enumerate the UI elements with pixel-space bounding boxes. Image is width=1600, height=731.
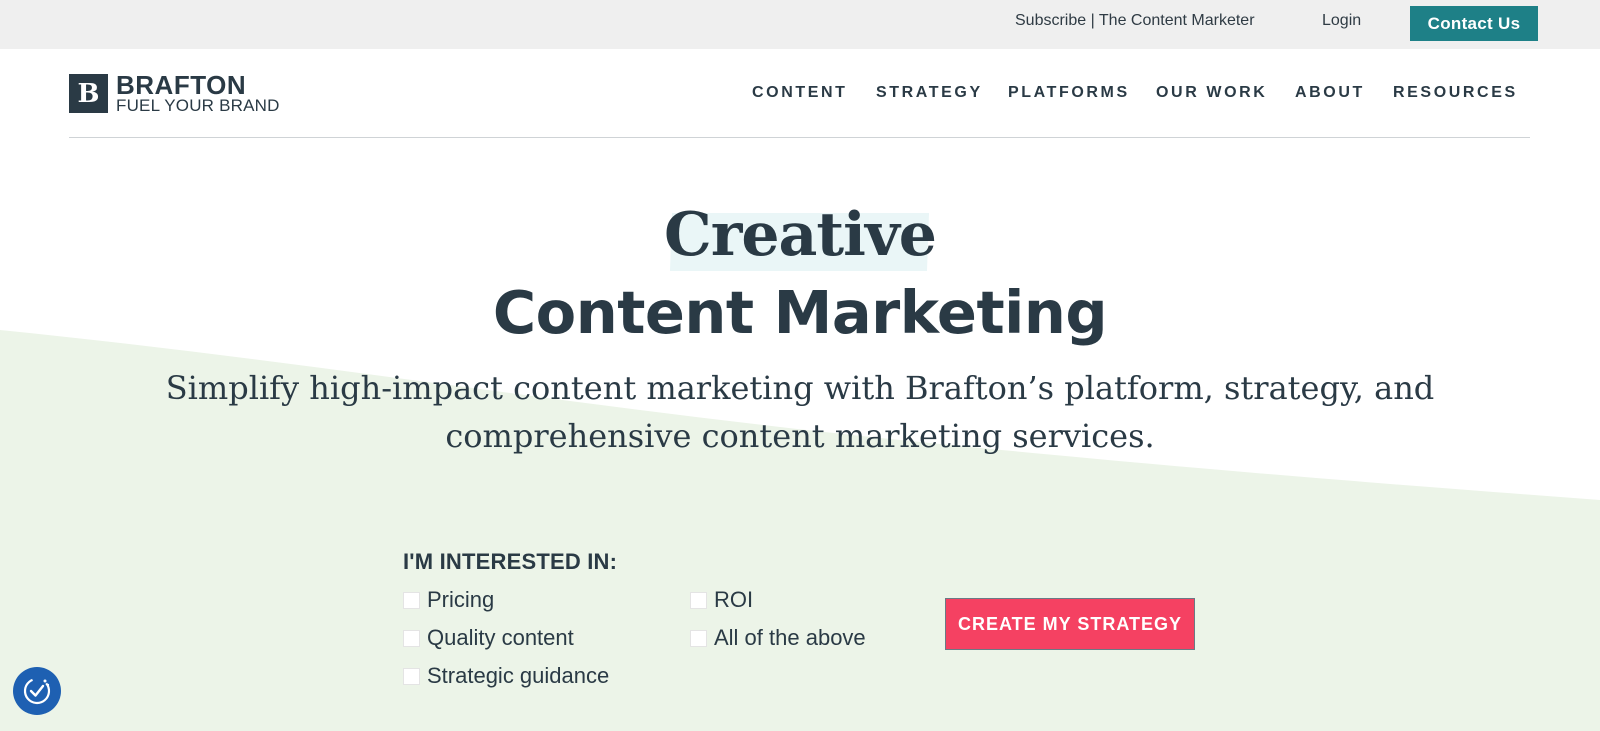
roi-checkbox[interactable]: [690, 591, 707, 609]
option-pricing[interactable]: Pricing: [403, 587, 495, 612]
hero-script-title: Creative: [664, 200, 937, 270]
cookie-settings-icon: [23, 677, 51, 705]
option-all[interactable]: All of the above: [690, 625, 866, 650]
nav-item-about[interactable]: ABOUT: [1295, 84, 1365, 102]
option-quality-content[interactable]: Quality content: [403, 625, 574, 650]
hero-subtitle: Simplify high-impact content marketing w…: [165, 369, 1435, 455]
nav-item-strategy[interactable]: STRATEGY: [876, 84, 983, 102]
nav-item-content[interactable]: CONTENT: [752, 84, 848, 102]
hero-title: Content Marketing: [492, 278, 1108, 347]
main-nav: CONTENT STRATEGY PLATFORMS OUR WORK ABOU…: [0, 84, 1600, 104]
quality-content-checkbox[interactable]: [403, 629, 420, 647]
option-roi[interactable]: ROI: [690, 587, 754, 612]
utility-bar: Subscribe | The Content Marketer Login C…: [0, 0, 1600, 49]
option-label: All of the above: [714, 625, 866, 650]
option-label: Pricing: [427, 587, 495, 612]
option-label: Strategic guidance: [427, 663, 610, 688]
login-link[interactable]: Login: [1322, 12, 1361, 30]
create-strategy-button[interactable]: CREATE MY STRATEGY: [945, 598, 1195, 650]
nav-item-platforms[interactable]: PLATFORMS: [1008, 84, 1130, 102]
nav-divider: [69, 137, 1530, 138]
interest-label: I'M INTERESTED IN:: [403, 549, 618, 574]
subscribe-link[interactable]: Subscribe | The Content Marketer: [1015, 12, 1255, 30]
cookie-settings-button[interactable]: [13, 667, 61, 715]
strategic-guidance-checkbox[interactable]: [403, 667, 420, 685]
all-checkbox[interactable]: [690, 629, 707, 647]
nav-item-resources[interactable]: RESOURCES: [1393, 84, 1518, 102]
nav-item-our-work[interactable]: OUR WORK: [1156, 84, 1267, 102]
option-label: ROI: [714, 587, 754, 612]
pricing-checkbox[interactable]: [403, 591, 420, 609]
option-label: Quality content: [427, 625, 574, 650]
option-strategic-guidance[interactable]: Strategic guidance: [403, 663, 610, 688]
contact-us-button[interactable]: Contact Us: [1410, 6, 1538, 41]
